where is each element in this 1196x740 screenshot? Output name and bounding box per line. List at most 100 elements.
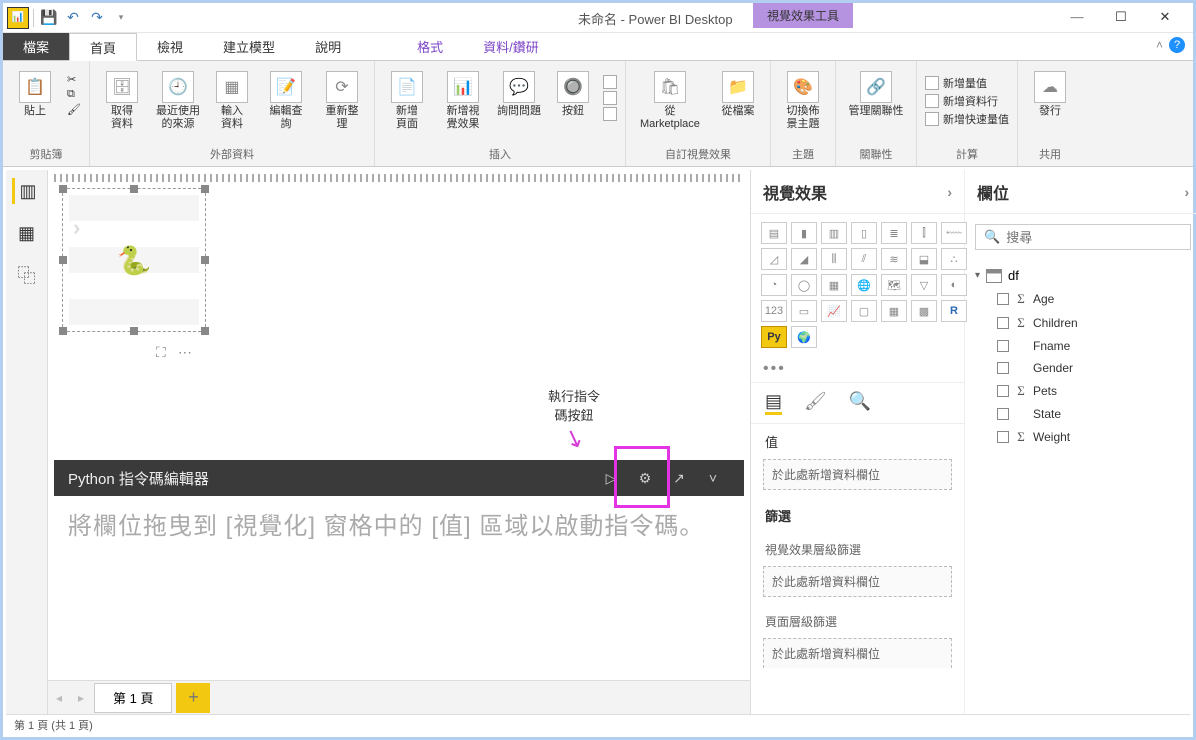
viz-stacked-column-icon[interactable]: ▮ — [791, 222, 817, 244]
viz-ribbon-icon[interactable]: ≋ — [881, 248, 907, 270]
more-options-icon[interactable]: ⋯ — [178, 344, 192, 361]
page-tab-1[interactable]: 第 1 頁 — [94, 683, 172, 713]
textbox-icon[interactable] — [603, 75, 617, 89]
viz-slicer-icon[interactable]: ▢ — [851, 300, 877, 322]
checkbox-state[interactable] — [997, 408, 1009, 420]
manage-relations-button[interactable]: 🔗管理關聯性 — [844, 69, 908, 118]
paste-button[interactable]: 📋貼上 — [11, 69, 59, 118]
tab-view[interactable]: 檢視 — [137, 33, 203, 60]
viz-line-icon[interactable]: ⬳ — [941, 222, 967, 244]
field-children[interactable]: ΣChildren — [975, 311, 1191, 335]
get-data-button[interactable]: 🗄取得 資料 — [98, 69, 146, 131]
tab-file[interactable]: 檔案 — [3, 33, 69, 60]
model-view-icon[interactable]: ⿻ — [14, 262, 40, 288]
checkbox-weight[interactable] — [997, 431, 1009, 443]
viz-python-icon[interactable]: Py — [761, 326, 787, 348]
page-next-icon[interactable]: ▸ — [70, 684, 92, 712]
values-dropwell[interactable]: 於此處新增資料欄位 — [763, 459, 952, 490]
field-state[interactable]: State — [975, 403, 1191, 425]
viz-clustered-bar-icon[interactable]: ▥ — [821, 222, 847, 244]
data-view-icon[interactable]: ▦ — [14, 220, 40, 246]
publish-button[interactable]: ☁發行 — [1026, 69, 1074, 118]
page-filters-dropwell[interactable]: 於此處新增資料欄位 — [763, 638, 952, 668]
new-page-button[interactable]: 📄新增 頁面 — [383, 69, 431, 131]
collapse-ribbon-icon[interactable]: ˄ — [1156, 38, 1163, 52]
python-visual-placeholder[interactable]: › 🐍 — [62, 188, 206, 332]
from-file-button[interactable]: 📁從檔案 — [714, 69, 762, 118]
analytics-tab-icon[interactable]: 🔍 — [849, 391, 871, 415]
undo-icon[interactable]: ↶ — [62, 7, 84, 29]
viz-stackarea-icon[interactable]: ◢ — [791, 248, 817, 270]
viz-waterfall-icon[interactable]: ⬓ — [911, 248, 937, 270]
image-icon[interactable] — [603, 91, 617, 105]
format-painter-icon[interactable]: 🖌 — [67, 103, 81, 116]
search-input[interactable] — [1006, 230, 1182, 245]
fields-tab-icon[interactable]: ▤ — [765, 391, 782, 415]
viz-combo1-icon[interactable]: ⫼ — [821, 248, 847, 270]
edit-queries-button[interactable]: 📝編輯查 詢 — [262, 69, 310, 131]
checkbox-gender[interactable] — [997, 362, 1009, 374]
new-measure-button[interactable]: 新增量值 — [925, 75, 1009, 91]
viz-filled-map-icon[interactable]: 🗺 — [881, 274, 907, 296]
close-button[interactable]: ✕ — [1143, 3, 1187, 31]
viz-multicard-icon[interactable]: ▭ — [791, 300, 817, 322]
marketplace-button[interactable]: 🛍從 Marketplace — [634, 69, 706, 131]
visual-filters-dropwell[interactable]: 於此處新增資料欄位 — [763, 566, 952, 597]
ask-button[interactable]: 💬詢問問題 — [495, 69, 543, 118]
fields-pane-collapse-icon[interactable]: › — [1185, 184, 1190, 200]
switch-theme-button[interactable]: 🎨切換佈 景主題 — [779, 69, 827, 131]
viz-area-icon[interactable]: ◿ — [761, 248, 787, 270]
field-pets[interactable]: ΣPets — [975, 379, 1191, 403]
report-view-icon[interactable]: ▥ — [12, 178, 38, 204]
viz-arcgis-icon[interactable]: 🌍 — [791, 326, 817, 348]
tab-home[interactable]: 首頁 — [69, 33, 137, 61]
viz-pie-icon[interactable]: ◔ — [761, 274, 787, 296]
fields-search[interactable]: 🔍 — [975, 224, 1191, 250]
viz-treemap-icon[interactable]: ▦ — [821, 274, 847, 296]
shapes-icon[interactable] — [603, 107, 617, 121]
field-gender[interactable]: Gender — [975, 357, 1191, 379]
minimize-button[interactable]: — — [1055, 3, 1099, 31]
enter-data-button[interactable]: ▦輸入 資料 — [210, 69, 254, 131]
viz-matrix-icon[interactable]: ▩ — [911, 300, 937, 322]
viz-funnel-icon[interactable]: ▽ — [911, 274, 937, 296]
viz-clustered-column-icon[interactable]: ▯ — [851, 222, 877, 244]
viz-pane-collapse-icon[interactable]: › — [947, 184, 952, 200]
viz-donut-icon[interactable]: ◯ — [791, 274, 817, 296]
viz-gauge-icon[interactable]: ◐ — [941, 274, 967, 296]
checkbox-fname[interactable] — [997, 340, 1009, 352]
checkbox-children[interactable] — [997, 317, 1009, 329]
copy-icon[interactable]: ⧉ — [67, 88, 81, 101]
viz-kpi-icon[interactable]: 📈 — [821, 300, 847, 322]
viz-stacked-bar-icon[interactable]: ▤ — [761, 222, 787, 244]
tab-format[interactable]: 格式 — [397, 33, 463, 60]
collapse-script-icon[interactable]: ˅ — [696, 461, 730, 495]
table-df[interactable]: ▾df — [975, 264, 1191, 287]
new-visual-button[interactable]: 📊新增視 覺效果 — [439, 69, 487, 131]
redo-icon[interactable]: ↷ — [86, 7, 108, 29]
qat-customize-icon[interactable]: ▾ — [110, 7, 132, 29]
script-options-icon[interactable]: ⚙ — [628, 461, 662, 495]
field-age[interactable]: ΣAge — [975, 287, 1191, 311]
viz-combo2-icon[interactable]: ⫽ — [851, 248, 877, 270]
viz-more-icon[interactable]: ••• — [751, 356, 964, 382]
maximize-button[interactable]: ☐ — [1099, 3, 1143, 31]
run-script-button[interactable]: ▷ — [594, 461, 628, 495]
popout-script-icon[interactable]: ↗ — [662, 461, 696, 495]
field-fname[interactable]: Fname — [975, 335, 1191, 357]
checkbox-age[interactable] — [997, 293, 1009, 305]
viz-scatter-icon[interactable]: ∴ — [941, 248, 967, 270]
viz-card-icon[interactable]: 123 — [761, 300, 787, 322]
save-icon[interactable]: 💾 — [38, 7, 60, 29]
tab-modeling[interactable]: 建立模型 — [203, 33, 295, 60]
page-prev-icon[interactable]: ◂ — [48, 684, 70, 712]
viz-100col-icon[interactable]: ⫿ — [911, 222, 937, 244]
new-column-button[interactable]: 新增資料行 — [925, 93, 1009, 109]
add-page-button[interactable]: + — [176, 683, 210, 713]
refresh-button[interactable]: ⟳重新整 理 — [318, 69, 366, 131]
tab-help[interactable]: 說明 — [295, 33, 361, 60]
format-tab-icon[interactable]: 🖌 — [804, 391, 827, 415]
viz-map-icon[interactable]: 🌐 — [851, 274, 877, 296]
viz-100bar-icon[interactable]: ≣ — [881, 222, 907, 244]
help-icon[interactable]: ? — [1169, 37, 1185, 53]
